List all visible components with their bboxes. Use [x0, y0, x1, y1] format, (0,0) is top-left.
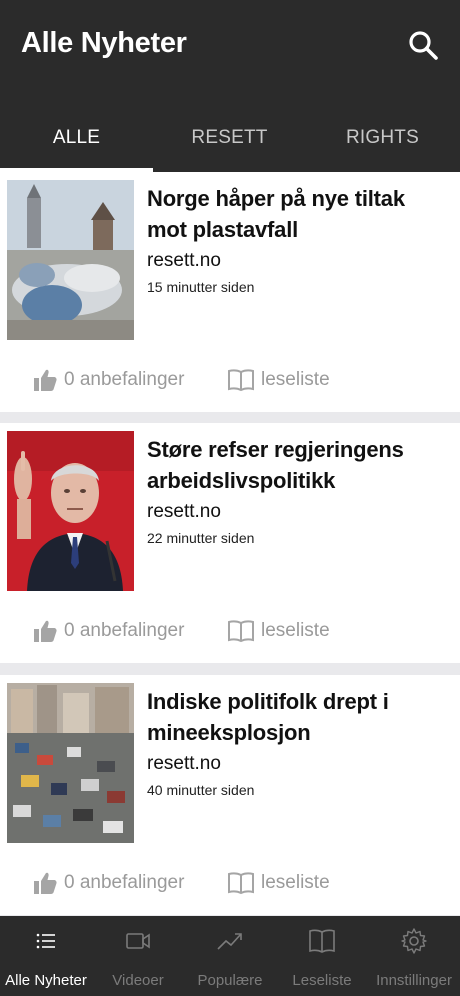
article-headline[interactable]: Norge håper på nye tiltak mot plastavfal…	[147, 183, 447, 245]
video-icon	[126, 933, 150, 949]
bottom-navigation: Alle Nyheter Videoer Populære Leseliste	[0, 916, 460, 996]
article-source: resett.no	[147, 250, 221, 271]
thumbs-up-icon	[34, 620, 57, 642]
tab-label: ALLE	[52, 127, 101, 148]
reading-list-label: leseliste	[261, 369, 330, 390]
like-button[interactable]: 0 anbefalinger	[32, 863, 184, 903]
nav-alle-nyheter[interactable]: Alle Nyheter	[0, 916, 92, 996]
article-actions: 0 anbefalinger leseliste	[0, 863, 460, 903]
nav-videoer[interactable]: Videoer	[92, 916, 184, 996]
reading-list-button[interactable]: leseliste	[227, 360, 330, 400]
search-button[interactable]	[404, 26, 442, 64]
reading-list-button[interactable]: leseliste	[227, 611, 330, 651]
trending-icon	[217, 933, 242, 950]
book-icon	[228, 369, 254, 392]
nav-innstillinger[interactable]: Innstillinger	[368, 916, 460, 996]
article-thumbnail[interactable]	[7, 431, 134, 591]
tab-label: RESETT	[191, 127, 268, 148]
like-button[interactable]: 0 anbefalinger	[32, 611, 184, 651]
nav-leseliste[interactable]: Leseliste	[276, 916, 368, 996]
nav-label: Innstillinger	[376, 972, 452, 989]
tab-rights[interactable]: RIGHTS	[306, 104, 459, 172]
reading-list-button[interactable]: leseliste	[227, 863, 330, 903]
tab-resett[interactable]: RESETT	[153, 104, 306, 172]
like-button[interactable]: 0 anbefalinger	[32, 360, 184, 400]
article-source: resett.no	[147, 501, 221, 522]
nav-label: Alle Nyheter	[5, 972, 87, 989]
article-card[interactable]: Indiske politifolk drept i mineeksplosjo…	[0, 675, 460, 915]
search-icon	[409, 31, 438, 60]
page-title: Alle Nyheter	[21, 27, 187, 59]
article-headline[interactable]: Indiske politifolk drept i mineeksplosjo…	[147, 686, 447, 748]
like-count: 0 anbefalinger	[64, 369, 185, 390]
article-time: 22 minutter siden	[147, 530, 255, 546]
like-count: 0 anbefalinger	[64, 872, 185, 893]
category-tabs: ALLE RESETT RIGHTS	[0, 104, 460, 172]
article-source: resett.no	[147, 753, 221, 774]
article-headline[interactable]: Støre refser regjeringens arbeidslivspol…	[147, 434, 447, 496]
book-icon	[228, 872, 254, 895]
article-thumbnail[interactable]	[7, 683, 134, 843]
like-count: 0 anbefalinger	[64, 620, 185, 641]
article-thumbnail[interactable]	[7, 180, 134, 340]
nav-label: Leseliste	[292, 972, 352, 989]
tab-label: RIGHTS	[346, 127, 419, 148]
reading-list-label: leseliste	[261, 620, 330, 641]
nav-label: Videoer	[112, 972, 164, 989]
nav-label: Populære	[197, 972, 263, 989]
thumbs-up-icon	[34, 369, 57, 391]
book-icon	[309, 929, 335, 953]
thumbs-up-icon	[34, 872, 57, 894]
reading-list-label: leseliste	[261, 872, 330, 893]
article-card[interactable]: Norge håper på nye tiltak mot plastavfal…	[0, 172, 460, 412]
book-icon	[228, 620, 254, 643]
article-time: 40 minutter siden	[147, 782, 255, 798]
nav-populaere[interactable]: Populære	[184, 916, 276, 996]
app-header: Alle Nyheter ALLE RESETT RIGHTS	[0, 0, 460, 172]
article-time: 15 minutter siden	[147, 279, 255, 295]
list-icon	[36, 933, 55, 949]
article-actions: 0 anbefalinger leseliste	[0, 360, 460, 400]
gear-icon	[401, 928, 427, 954]
tab-alle[interactable]: ALLE	[0, 104, 153, 172]
article-actions: 0 anbefalinger leseliste	[0, 611, 460, 651]
article-card[interactable]: Støre refser regjeringens arbeidslivspol…	[0, 423, 460, 663]
